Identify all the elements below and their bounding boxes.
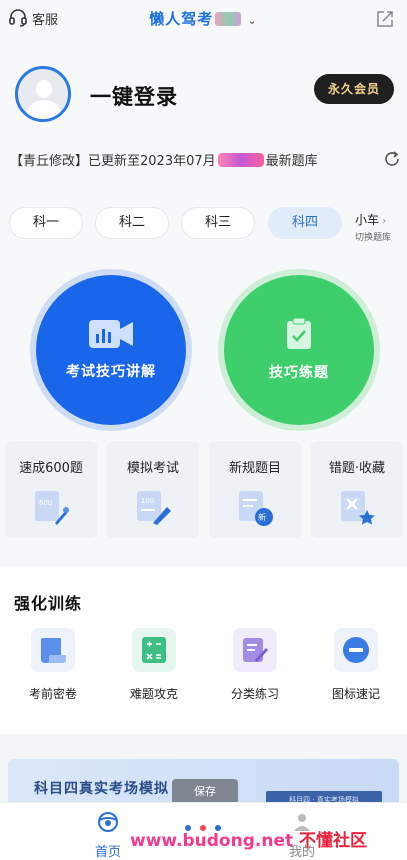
tab-subject-3[interactable]: 科三 <box>181 207 255 239</box>
update-notice: 【青丘修改】已更新至2023年07月 最新题库 <box>10 150 400 174</box>
exam-tips-label: 考试技巧讲解 <box>66 364 156 380</box>
edit-note-icon <box>243 638 268 662</box>
app-title-text: 懒人驾考 <box>149 10 214 28</box>
nav-home-label: 首页 <box>94 845 121 860</box>
exam-tips-button[interactable]: 考试技巧讲解 <box>36 275 186 425</box>
watermark: www.budong.net 不懂社区 <box>130 826 367 851</box>
watermark-site: 不懂社区 <box>299 831 368 851</box>
svg-text:100: 100 <box>141 497 154 505</box>
training-item-secret-paper[interactable]: 考前密卷 <box>13 628 93 708</box>
tips-practice-button[interactable]: 技巧练题 <box>224 275 374 425</box>
svg-text:新: 新 <box>258 512 266 522</box>
nav-home[interactable]: 首页 <box>78 811 138 860</box>
switch-bank-label: 切换题库 <box>355 233 392 243</box>
training-label: 分类练习 <box>230 687 279 701</box>
vip-badge-button[interactable]: 永久会员 <box>314 74 394 104</box>
feature-card-mistakes[interactable]: 错题·收藏 <box>311 441 403 538</box>
training-item-category-practice[interactable]: 分类练习 <box>215 628 295 708</box>
switch-bank-button[interactable]: 小车 › 切换题库 <box>355 211 391 243</box>
training-title: 强化训练 <box>14 594 83 613</box>
star-document-icon <box>341 491 375 525</box>
steering-wheel-icon <box>98 812 118 832</box>
tab-subject-1[interactable]: 科一 <box>9 207 83 239</box>
new-document-icon: 新 <box>239 491 273 526</box>
tab-subject-2[interactable]: 科二 <box>95 207 169 239</box>
feature-label: 模拟考试 <box>126 461 179 476</box>
training-section: 强化训练 考前密卷 难题攻克 分类练习 图标速记 <box>0 566 407 734</box>
chevron-down-icon: ⌄ <box>247 14 258 27</box>
pen-document-icon: 100 <box>137 491 171 525</box>
training-label: 难题攻克 <box>129 687 178 701</box>
feature-card-new-rules[interactable]: 新规题目 新 <box>209 441 301 538</box>
share-icon[interactable] <box>375 9 395 29</box>
training-item-hard-questions[interactable]: 难题攻克 <box>114 628 194 708</box>
chevron-right-icon: › <box>379 216 387 227</box>
feature-card-600[interactable]: 速成600题 600 <box>5 441 97 538</box>
calculator-icon <box>142 637 166 663</box>
training-item-sign-memo[interactable]: 图标速记 <box>316 628 396 708</box>
app-title[interactable]: 懒人驾考 ⌄ <box>0 8 407 29</box>
tips-practice-label: 技巧练题 <box>269 365 329 381</box>
feature-card-mock-exam[interactable]: 模拟考试 100 <box>107 441 199 538</box>
rocket-document-icon: 600 <box>35 491 69 525</box>
feature-label: 速成600题 <box>19 461 83 476</box>
video-icon <box>89 320 133 348</box>
header: 客服 懒人驾考 ⌄ <box>0 0 407 40</box>
blurred-notice-part <box>217 153 264 167</box>
minus-circle-icon <box>343 637 369 663</box>
banner-title: 科目四真实考场模拟 <box>34 781 169 797</box>
blurred-title-suffix <box>215 12 242 26</box>
feature-label: 新规题目 <box>228 461 281 476</box>
svg-text:600: 600 <box>39 499 52 507</box>
scroll-icon <box>41 638 66 663</box>
tab-subject-4[interactable]: 科四 <box>268 207 342 239</box>
one-click-login[interactable]: 一键登录 <box>90 81 178 111</box>
notice-text-end: 最新题库 <box>265 154 318 169</box>
notice-text: 【青丘修改】已更新至2023年07月 <box>10 154 216 169</box>
training-label: 图标速记 <box>331 687 380 701</box>
training-label: 考前密卷 <box>28 687 77 701</box>
vehicle-type: 小车 <box>355 213 380 227</box>
checklist-icon <box>287 318 311 349</box>
refresh-icon[interactable] <box>383 150 401 168</box>
avatar[interactable] <box>15 66 71 122</box>
feature-label: 错题·收藏 <box>328 461 386 476</box>
watermark-url: www.budong.net <box>130 831 294 851</box>
